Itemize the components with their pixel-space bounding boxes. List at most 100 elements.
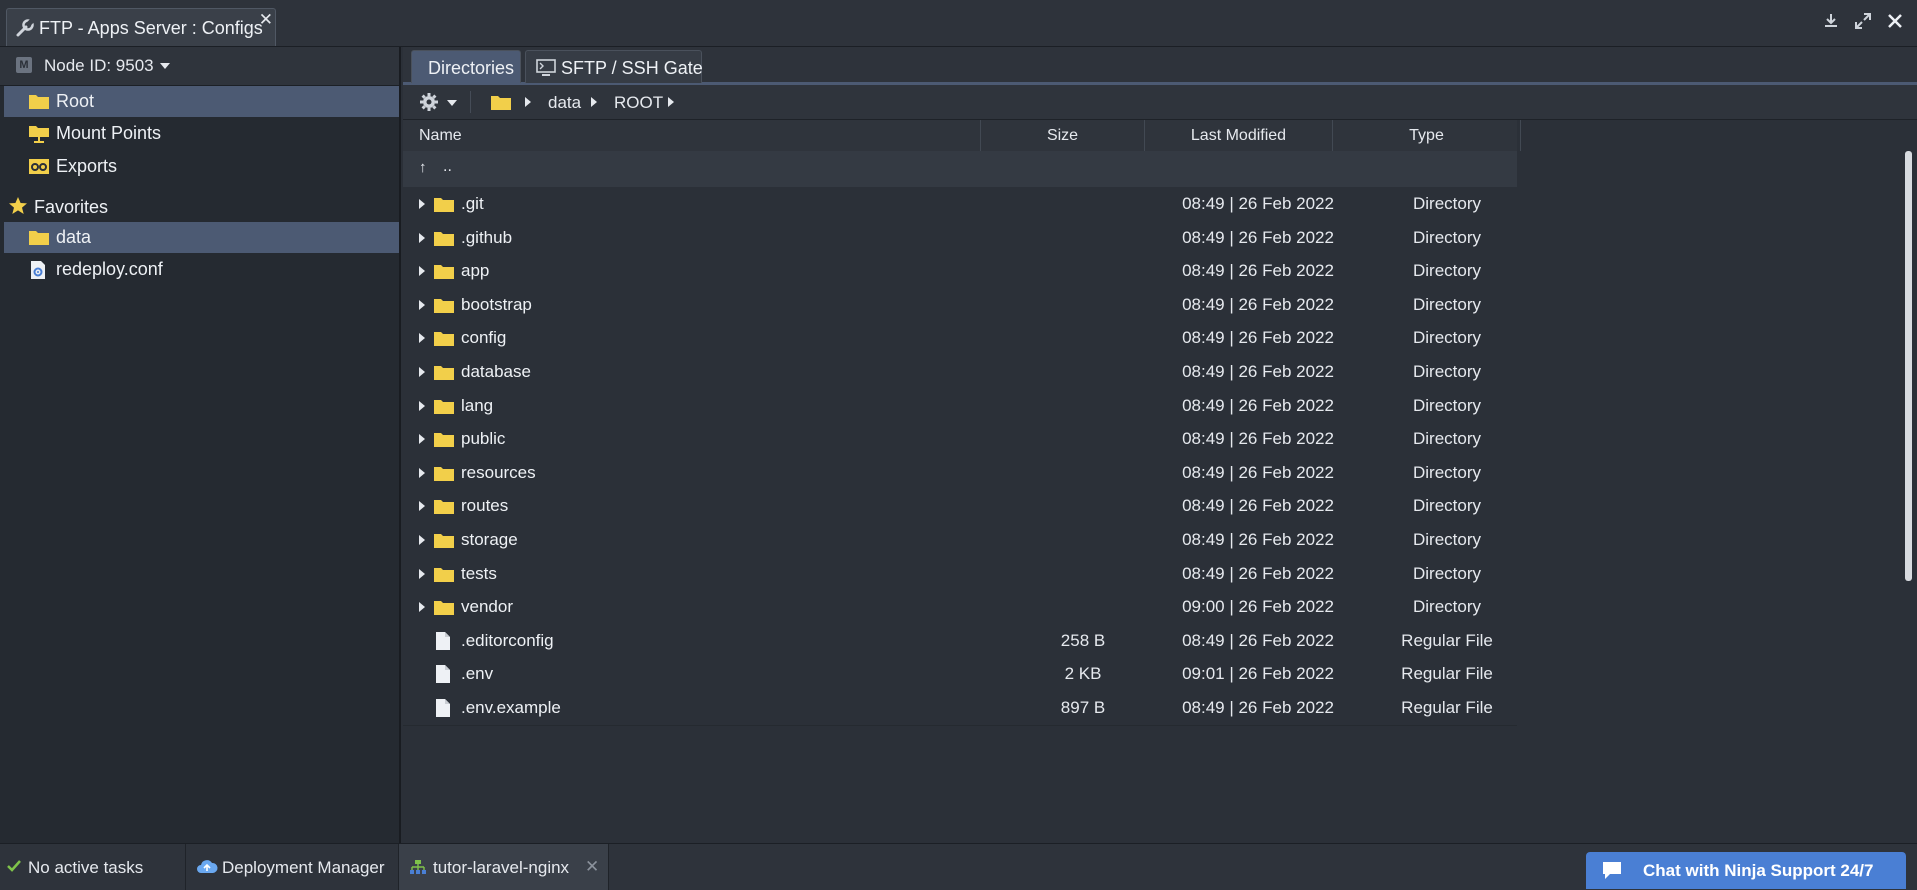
gear-icon[interactable] — [419, 92, 439, 117]
expand-arrow-icon[interactable] — [419, 401, 425, 411]
table-row[interactable]: .git 08:49 | 26 Feb 2022 Directory — [403, 187, 1517, 222]
column-header-last-modified[interactable]: Last Modified — [1145, 120, 1333, 151]
path-toolbar: data ROOT — [403, 85, 1917, 120]
toolbar-divider — [470, 91, 471, 113]
task-status-label: No active tasks — [28, 858, 144, 877]
wrench-icon — [15, 18, 35, 43]
task-active-environment[interactable]: tutor-laravel-nginx ✕ — [399, 844, 609, 890]
breadcrumb-separator-icon — [668, 97, 674, 107]
favorite-item-label: data — [56, 227, 92, 247]
chevron-down-icon[interactable] — [160, 63, 170, 69]
favorite-item-label: redeploy.conf — [56, 259, 163, 279]
table-row[interactable]: vendor 09:00 | 26 Feb 2022 Directory — [403, 590, 1517, 625]
file-size: 897 B — [1060, 698, 1106, 717]
column-header-size[interactable]: Size — [981, 120, 1145, 151]
table-row[interactable]: storage 08:49 | 26 Feb 2022 Directory — [403, 523, 1517, 558]
table-row[interactable]: .env.example 897 B 08:49 | 26 Feb 2022 Regu… — [403, 691, 1517, 726]
expand-arrow-icon[interactable] — [419, 199, 425, 209]
breadcrumb-data[interactable]: data — [548, 93, 581, 113]
folder-icon[interactable] — [490, 93, 512, 116]
table-row[interactable]: .env 2 KB 09:01 | 26 Feb 2022 Regular File — [403, 657, 1517, 692]
file-size: 2 KB — [1064, 664, 1102, 683]
folder-icon — [433, 229, 455, 252]
close-task-icon[interactable]: ✕ — [585, 857, 599, 877]
environment-icon — [409, 859, 427, 880]
table-row[interactable]: .github 08:49 | 26 Feb 2022 Directory — [403, 221, 1517, 256]
chat-support-label: Chat with Ninja Support 24/7 — [1643, 861, 1874, 880]
file-name: database — [461, 362, 531, 381]
tab-sftp-ssh-gate[interactable]: SFTP / SSH Gate — [525, 50, 703, 83]
folder-icon — [433, 497, 455, 520]
task-deployment-manager[interactable]: Deployment Manager — [186, 844, 399, 890]
close-tab-icon[interactable]: ✕ — [259, 10, 273, 30]
sidebar-item-mount-points[interactable]: Mount Points — [4, 118, 399, 149]
table-row[interactable]: .editorconfig 258 B 08:49 | 26 Feb 2022 Reg… — [403, 624, 1517, 659]
expand-arrow-icon[interactable] — [419, 501, 425, 511]
download-icon[interactable] — [1822, 12, 1842, 32]
file-modified: 08:49 | 26 Feb 2022 — [1182, 530, 1334, 549]
expand-arrow-icon[interactable] — [419, 434, 425, 444]
maximize-icon[interactable] — [1854, 12, 1874, 32]
expand-arrow-icon[interactable] — [419, 569, 425, 579]
task-status[interactable]: No active tasks — [0, 844, 186, 890]
expand-arrow-icon[interactable] — [419, 266, 425, 276]
config-file-icon — [28, 260, 48, 285]
file-modified: 08:49 | 26 Feb 2022 — [1182, 396, 1334, 415]
sidebar-item-label: Exports — [56, 156, 118, 176]
expand-arrow-icon[interactable] — [419, 602, 425, 612]
table-row[interactable]: app 08:49 | 26 Feb 2022 Directory — [403, 254, 1517, 289]
expand-arrow-icon[interactable] — [419, 233, 425, 243]
file-type: Directory — [1412, 396, 1481, 415]
file-name: tests — [461, 564, 497, 583]
expand-arrow-icon[interactable] — [419, 300, 425, 310]
file-icon — [435, 664, 451, 689]
sidebar-item-label: Mount Points — [56, 123, 162, 143]
file-modified: 08:49 | 26 Feb 2022 — [1182, 429, 1334, 448]
favorite-item-data[interactable]: data — [4, 222, 399, 253]
column-header-type[interactable]: Type — [1333, 120, 1521, 151]
parent-directory-row[interactable]: ↑ .. — [403, 151, 1517, 188]
table-row[interactable]: config 08:49 | 26 Feb 2022 Directory — [403, 321, 1517, 356]
table-row[interactable]: routes 08:49 | 26 Feb 2022 Directory — [403, 489, 1517, 524]
close-window-icon[interactable] — [1886, 12, 1906, 32]
table-row[interactable]: database 08:49 | 26 Feb 2022 Directory — [403, 355, 1517, 390]
expand-arrow-icon[interactable] — [419, 468, 425, 478]
chevron-down-icon[interactable] — [447, 100, 457, 106]
sidebar-item-exports[interactable]: Exports — [4, 151, 399, 182]
sidebar: M Node ID: 9503 Root Mount Points Export… — [0, 47, 401, 843]
column-header-name[interactable]: Name — [403, 120, 981, 151]
table-row[interactable]: tests 08:49 | 26 Feb 2022 Directory — [403, 557, 1517, 592]
breadcrumb-separator-icon — [591, 97, 597, 107]
chat-support-button[interactable]: Chat with Ninja Support 24/7 — [1586, 852, 1906, 889]
folder-icon — [433, 531, 455, 554]
favorites-header: Favorites — [0, 192, 399, 222]
tab-directories[interactable]: Directories — [411, 50, 521, 83]
expand-arrow-icon[interactable] — [419, 535, 425, 545]
table-row[interactable]: lang 08:49 | 26 Feb 2022 Directory — [403, 389, 1517, 424]
window-tab[interactable]: FTP - Apps Server : Configs ✕ — [6, 8, 276, 46]
table-row[interactable]: resources 08:49 | 26 Feb 2022 Directory — [403, 456, 1517, 491]
file-icon — [435, 698, 451, 723]
favorite-item-redeploy-conf[interactable]: redeploy.conf — [4, 254, 399, 285]
file-name: app — [461, 261, 490, 280]
file-name: .env — [461, 664, 494, 683]
table-row[interactable]: public 08:49 | 26 Feb 2022 Directory — [403, 422, 1517, 457]
tab-label: SFTP / SSH Gate — [561, 58, 703, 78]
file-modified: 08:49 | 26 Feb 2022 — [1182, 698, 1334, 717]
node-selector[interactable]: M Node ID: 9503 — [0, 47, 399, 86]
up-arrow-icon: ↑ — [419, 159, 427, 176]
folder-icon — [433, 195, 455, 218]
file-modified: 09:01 | 26 Feb 2022 — [1182, 664, 1334, 683]
file-name: .git — [461, 194, 484, 213]
file-modified: 08:49 | 26 Feb 2022 — [1182, 362, 1334, 381]
file-modified: 08:49 | 26 Feb 2022 — [1182, 463, 1334, 482]
sidebar-item-root[interactable]: Root — [4, 86, 399, 117]
expand-arrow-icon[interactable] — [419, 367, 425, 377]
file-type: Regular File — [1401, 698, 1493, 717]
vertical-scrollbar[interactable] — [1905, 151, 1912, 581]
breadcrumb-root[interactable]: ROOT — [614, 93, 663, 113]
file-type: Directory — [1412, 429, 1481, 448]
expand-arrow-icon[interactable] — [419, 333, 425, 343]
tab-bar: Directories SFTP / SSH Gate — [403, 47, 1917, 85]
table-row[interactable]: bootstrap 08:49 | 26 Feb 2022 Directory — [403, 288, 1517, 323]
